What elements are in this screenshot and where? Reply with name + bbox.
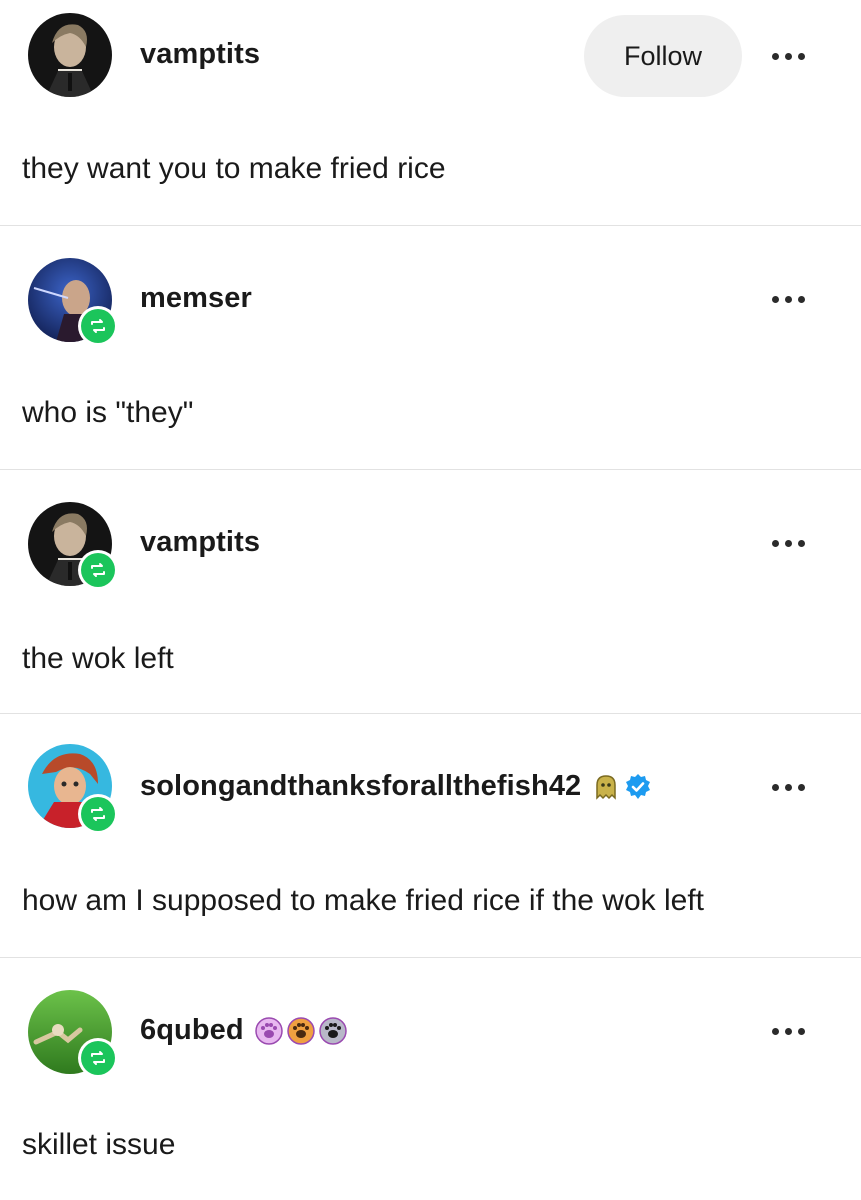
ghost-badge-icon bbox=[596, 774, 617, 800]
more-options-icon[interactable] bbox=[760, 284, 816, 314]
username-text[interactable]: 6qubed bbox=[140, 1014, 244, 1047]
reblog-icon bbox=[81, 553, 115, 587]
reblog-badge bbox=[78, 306, 118, 346]
user-badges bbox=[591, 772, 653, 802]
username[interactable]: vamptits bbox=[140, 38, 260, 71]
username[interactable]: 6qubed bbox=[140, 1014, 348, 1047]
username-text[interactable]: solongandthanksforallthefish42 bbox=[140, 770, 581, 803]
post-original: vamptits Follow they want you to make fr… bbox=[0, 0, 861, 226]
post-text: skillet issue bbox=[22, 1128, 176, 1161]
follow-button[interactable]: Follow bbox=[584, 15, 742, 97]
more-options-icon[interactable] bbox=[760, 1016, 816, 1046]
reblog-thread: vamptits Follow they want you to make fr… bbox=[0, 0, 861, 1200]
more-options-icon[interactable] bbox=[760, 528, 816, 558]
username[interactable]: solongandthanksforallthefish42 bbox=[140, 770, 653, 803]
username-text[interactable]: memser bbox=[140, 282, 252, 315]
gray-paw-badge-icon bbox=[318, 1016, 347, 1045]
post-text: the wok left bbox=[22, 642, 174, 675]
reblog-badge bbox=[78, 794, 118, 834]
reblog-badge bbox=[78, 550, 118, 590]
username-text[interactable]: vamptits bbox=[140, 526, 260, 559]
post-reblog: 6qubed skillet issue bbox=[0, 958, 861, 1200]
post-reblog: vamptits the wok left bbox=[0, 470, 861, 714]
reblog-icon bbox=[81, 797, 115, 831]
more-options-icon[interactable] bbox=[760, 41, 816, 71]
post-text: who is "they" bbox=[22, 396, 194, 429]
reblog-badge bbox=[78, 1038, 118, 1078]
username[interactable]: vamptits bbox=[140, 526, 260, 559]
pink-paw-badge-icon bbox=[254, 1016, 283, 1045]
post-reblog: solongandthanksforallthefish42 how am I … bbox=[0, 714, 861, 958]
post-text: how am I supposed to make fried rice if … bbox=[22, 884, 704, 917]
reblog-icon bbox=[81, 1041, 115, 1075]
reblog-icon bbox=[81, 309, 115, 343]
post-reblog: memser who is "they" bbox=[0, 226, 861, 470]
username[interactable]: memser bbox=[140, 282, 252, 315]
user-badges bbox=[254, 1016, 348, 1046]
more-options-icon[interactable] bbox=[760, 772, 816, 802]
verified-check-icon bbox=[626, 773, 651, 799]
avatar-vamptits[interactable] bbox=[28, 13, 112, 97]
orange-paw-badge-icon bbox=[286, 1016, 315, 1045]
username-text[interactable]: vamptits bbox=[140, 38, 260, 71]
post-text: they want you to make fried rice bbox=[22, 152, 446, 185]
